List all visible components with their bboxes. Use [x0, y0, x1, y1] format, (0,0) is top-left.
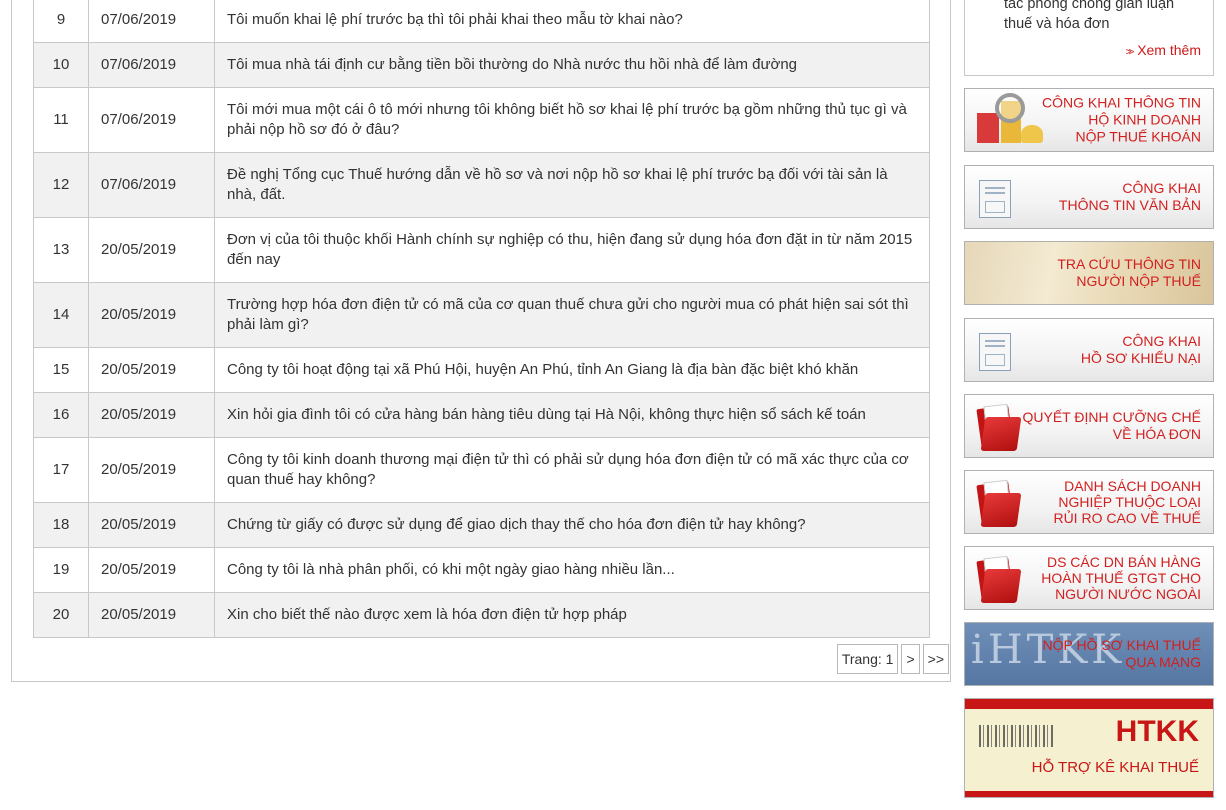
table-row[interactable]: 14 20/05/2019 Trường hợp hóa đơn điện tử… — [33, 282, 930, 348]
table-row[interactable]: 19 20/05/2019 Công ty tôi là nhà phân ph… — [33, 547, 930, 593]
row-date: 20/05/2019 — [88, 502, 215, 548]
table-row[interactable]: 17 20/05/2019 Công ty tôi kinh doanh thư… — [33, 437, 930, 503]
banner-public-documents[interactable]: CÔNG KHAI THÔNG TIN VĂN BẢN — [964, 165, 1214, 229]
see-more-link[interactable]: >> Xem thêm — [1126, 42, 1201, 58]
double-chevron-right-icon: >> — [1125, 47, 1135, 58]
row-number: 20 — [33, 592, 89, 638]
next-page-button[interactable]: > — [901, 644, 920, 674]
magnifier-houses-icon — [975, 93, 1047, 149]
banner-high-risk-enterprises[interactable]: DANH SÁCH DOANH NGHIỆP THUỘC LOẠI RỦI RO… — [964, 470, 1214, 534]
banner-label: NỘP HỒ SƠ KHAI THUẾ QUA MẠNG — [1042, 637, 1201, 670]
banner-household-business-tax[interactable]: CÔNG KHAI THÔNG TIN HỘ KINH DOANH NỘP TH… — [964, 88, 1214, 152]
news-item-text[interactable]: tác phòng chống gian luận thuế và hóa đơ… — [1004, 0, 1204, 34]
row-question-cell: Xin cho biết thế nào được xem là hóa đơn… — [214, 592, 930, 638]
document-icon — [979, 333, 1011, 371]
row-number: 16 — [33, 392, 89, 438]
question-link[interactable]: Trường hợp hóa đơn điện tử có mã của cơ … — [227, 296, 909, 333]
table-row[interactable]: 12 07/06/2019 Đề nghị Tổng cục Thuế hướn… — [33, 152, 930, 218]
row-question-cell: Chứng từ giấy có được sử dụng để giao dị… — [214, 502, 930, 548]
last-page-button[interactable]: >> — [922, 644, 949, 674]
question-link[interactable]: Chứng từ giấy có được sử dụng để giao dị… — [227, 516, 806, 533]
question-link[interactable]: Đơn vị của tôi thuộc khối Hành chính sự … — [227, 231, 912, 268]
red-folder-icon — [973, 479, 1022, 527]
row-number: 19 — [33, 547, 89, 593]
table-row[interactable]: 13 20/05/2019 Đơn vị của tôi thuộc khối … — [33, 217, 930, 283]
red-folder-icon — [973, 555, 1022, 603]
banner-label: DS CÁC DN BÁN HÀNG HOÀN THUẾ GTGT CHO NG… — [1041, 554, 1201, 602]
banner-vat-refund-sellers[interactable]: DS CÁC DN BÁN HÀNG HOÀN THUẾ GTGT CHO NG… — [964, 546, 1214, 610]
question-link[interactable]: Tôi muốn khai lệ phí trước bạ thì tôi ph… — [227, 11, 683, 28]
row-date: 07/06/2019 — [88, 152, 215, 218]
question-link[interactable]: Công ty tôi kinh doanh thương mại điện t… — [227, 451, 909, 488]
row-number: 10 — [33, 42, 89, 88]
barcode-icon — [979, 725, 1053, 747]
row-date: 20/05/2019 — [88, 217, 215, 283]
row-number: 17 — [33, 437, 89, 503]
row-date: 07/06/2019 — [88, 42, 215, 88]
banner-invoice-enforcement[interactable]: QUYẾT ĐỊNH CƯỠNG CHẾ VỀ HÓA ĐƠN — [964, 394, 1214, 458]
row-number: 12 — [33, 152, 89, 218]
question-link[interactable]: Tôi mới mua một cái ô tô mới nhưng tôi k… — [227, 101, 907, 138]
banner-complaint-records[interactable]: CÔNG KHAI HỒ SƠ KHIẾU NẠI — [964, 318, 1214, 382]
page-indicator: Trang: 1 — [836, 644, 899, 674]
row-date: 20/05/2019 — [88, 437, 215, 503]
row-question-cell: Tôi muốn khai lệ phí trước bạ thì tôi ph… — [214, 0, 930, 43]
banner-taxpayer-lookup[interactable]: TRA CỨU THÔNG TIN NGƯỜI NỘP THUẾ — [964, 241, 1214, 305]
table-row[interactable]: 16 20/05/2019 Xin hỏi gia đình tôi có cử… — [33, 392, 930, 438]
row-question-cell: Tôi mới mua một cái ô tô mới nhưng tôi k… — [214, 87, 930, 153]
question-link[interactable]: Đề nghị Tổng cục Thuế hướng dẫn về hồ sơ… — [227, 166, 888, 203]
banner-htkk-support[interactable]: HTKK HỖ TRỢ KÊ KHAI THUẾ — [964, 698, 1214, 798]
row-number: 11 — [33, 87, 89, 153]
question-link[interactable]: Xin hỏi gia đình tôi có cửa hàng bán hàn… — [227, 406, 866, 423]
row-date: 20/05/2019 — [88, 547, 215, 593]
banner-ihtkk-online-filing[interactable]: iHTKK NỘP HỒ SƠ KHAI THUẾ QUA MẠNG — [964, 622, 1214, 686]
question-link[interactable]: Xin cho biết thế nào được xem là hóa đơn… — [227, 606, 627, 623]
row-question-cell: Công ty tôi là nhà phân phối, có khi một… — [214, 547, 930, 593]
questions-table: 9 07/06/2019 Tôi muốn khai lệ phí trước … — [33, 0, 930, 638]
sidebar-news-box: tác phòng chống gian luận thuế và hóa đơ… — [964, 0, 1214, 76]
row-date: 20/05/2019 — [88, 347, 215, 393]
banner-label: TRA CỨU THÔNG TIN NGƯỜI NỘP THUẾ — [1057, 256, 1201, 289]
row-question-cell: Tôi mua nhà tái định cư bằng tiền bồi th… — [214, 42, 930, 88]
row-question-cell: Công ty tôi kinh doanh thương mại điện t… — [214, 437, 930, 503]
see-more-label: Xem thêm — [1137, 42, 1201, 58]
htkk-title: HTKK — [1115, 715, 1199, 748]
table-row[interactable]: 10 07/06/2019 Tôi mua nhà tái định cư bằ… — [33, 42, 930, 88]
row-number: 15 — [33, 347, 89, 393]
row-question-cell: Trường hợp hóa đơn điện tử có mã của cơ … — [214, 282, 930, 348]
row-question-cell: Xin hỏi gia đình tôi có cửa hàng bán hàn… — [214, 392, 930, 438]
question-link[interactable]: Công ty tôi hoạt động tại xã Phú Hội, hu… — [227, 361, 858, 378]
pagination: Trang: 1 > >> — [836, 644, 949, 674]
row-question-cell: Đề nghị Tổng cục Thuế hướng dẫn về hồ sơ… — [214, 152, 930, 218]
document-icon — [979, 180, 1011, 218]
banner-label: CÔNG KHAI THÔNG TIN HỘ KINH DOANH NỘP TH… — [1042, 94, 1201, 145]
row-number: 13 — [33, 217, 89, 283]
table-row[interactable]: 11 07/06/2019 Tôi mới mua một cái ô tô m… — [33, 87, 930, 153]
row-question-cell: Đơn vị của tôi thuộc khối Hành chính sự … — [214, 217, 930, 283]
row-date: 07/06/2019 — [88, 0, 215, 43]
table-row[interactable]: 15 20/05/2019 Công ty tôi hoạt động tại … — [33, 347, 930, 393]
row-question-cell: Công ty tôi hoạt động tại xã Phú Hội, hu… — [214, 347, 930, 393]
banner-label: CÔNG KHAI THÔNG TIN VĂN BẢN — [1058, 180, 1201, 213]
question-link[interactable]: Công ty tôi là nhà phân phối, có khi một… — [227, 561, 675, 578]
banner-label: CÔNG KHAI HỒ SƠ KHIẾU NẠI — [1080, 333, 1201, 366]
banner-label: QUYẾT ĐỊNH CƯỠNG CHẾ VỀ HÓA ĐƠN — [1022, 409, 1202, 442]
table-row[interactable]: 18 20/05/2019 Chứng từ giấy có được sử d… — [33, 502, 930, 548]
row-date: 20/05/2019 — [88, 592, 215, 638]
row-date: 20/05/2019 — [88, 282, 215, 348]
row-number: 9 — [33, 0, 89, 43]
red-folder-icon — [973, 403, 1022, 451]
question-link[interactable]: Tôi mua nhà tái định cư bằng tiền bồi th… — [227, 56, 797, 73]
banner-label: DANH SÁCH DOANH NGHIỆP THUỘC LOẠI RỦI RO… — [1053, 478, 1201, 526]
table-row[interactable]: 20 20/05/2019 Xin cho biết thế nào được … — [33, 592, 930, 638]
row-date: 07/06/2019 — [88, 87, 215, 153]
table-row[interactable]: 9 07/06/2019 Tôi muốn khai lệ phí trước … — [33, 0, 930, 43]
htkk-subtitle: HỖ TRỢ KÊ KHAI THUẾ — [1031, 759, 1199, 776]
row-number: 14 — [33, 282, 89, 348]
row-number: 18 — [33, 502, 89, 548]
row-date: 20/05/2019 — [88, 392, 215, 438]
